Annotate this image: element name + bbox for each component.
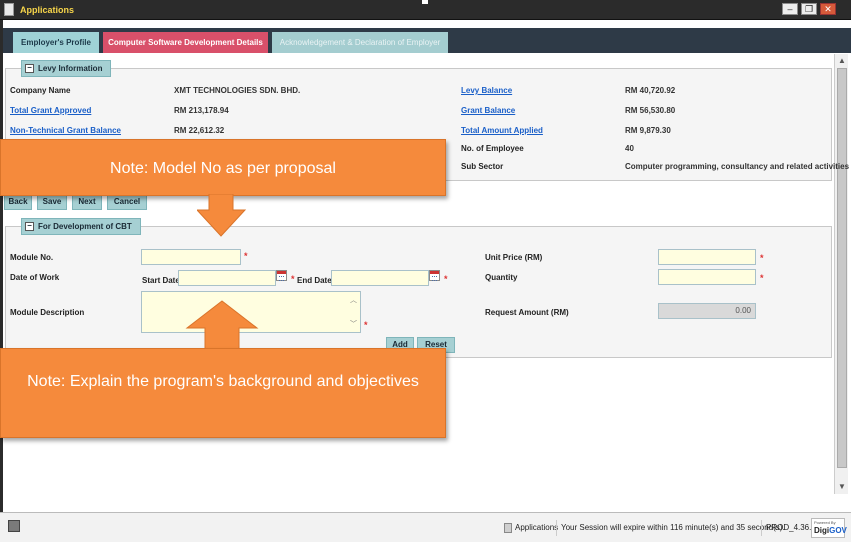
scroll-down-icon[interactable]: ﹀ <box>349 320 358 329</box>
levy-balance-link[interactable]: Levy Balance <box>461 86 512 95</box>
required-mark: * <box>244 251 248 261</box>
arrow-down-icon <box>197 194 247 237</box>
status-app: Applications <box>500 520 558 536</box>
version-label: PROD_4.36.0 <box>761 520 816 536</box>
levy-balance-value: RM 40,720.92 <box>625 86 676 95</box>
scroll-up-icon[interactable]: ▲ <box>836 56 848 66</box>
scroll-up-icon[interactable]: ︿ <box>349 296 358 305</box>
quantity-input[interactable] <box>658 269 756 285</box>
minimize-icon[interactable]: – <box>782 3 798 15</box>
non-technical-grant-balance-value: RM 22,612.32 <box>174 126 225 135</box>
calendar-icon[interactable] <box>429 270 440 281</box>
close-icon[interactable]: ✕ <box>820 3 836 15</box>
collapse-icon[interactable]: − <box>25 64 34 73</box>
date-of-work-label: Date of Work <box>10 273 60 282</box>
note-callout-module-no: Note: Model No as per proposal <box>0 139 446 196</box>
no-of-employee-label: No. of Employee <box>461 144 524 153</box>
no-of-employee-value: 40 <box>625 144 634 153</box>
vertical-scrollbar[interactable]: ▲ ▼ <box>834 54 848 494</box>
quantity-label: Quantity <box>485 273 518 282</box>
grant-balance-link[interactable]: Grant Balance <box>461 106 515 115</box>
status-bar: Applications Your Session will expire wi… <box>0 512 851 542</box>
back-button[interactable]: Back <box>4 194 32 210</box>
required-mark: * <box>291 274 295 284</box>
scrollbar-thumb[interactable] <box>837 68 847 468</box>
module-no-label: Module No. <box>10 253 54 262</box>
start-date-label: Start Date <box>142 276 180 285</box>
grant-balance-value: RM 56,530.80 <box>625 106 676 115</box>
save-button[interactable]: Save <box>37 194 67 210</box>
window-title: Applications <box>20 5 75 15</box>
collapse-icon[interactable]: − <box>25 222 34 231</box>
module-no-input[interactable] <box>141 249 241 265</box>
total-grant-approved-link[interactable]: Total Grant Approved <box>10 106 91 115</box>
status-app-label: Applications <box>515 523 559 532</box>
status-icon <box>8 520 20 532</box>
tab-acknowledgement-declaration[interactable]: Acknowledgement & Declaration of Employe… <box>272 32 448 53</box>
end-date-label: End Date <box>297 276 332 285</box>
sub-sector-label: Sub Sector <box>461 162 504 171</box>
next-button[interactable]: Next <box>72 194 102 210</box>
company-name-label: Company Name <box>10 86 71 95</box>
cbt-legend-label: For Development of CBT <box>38 222 132 231</box>
cbt-legend[interactable]: − For Development of CBT <box>21 218 141 235</box>
tab-bar: Employer's Profile Computer Software Dev… <box>3 28 851 53</box>
app-icon <box>4 3 14 16</box>
scroll-down-icon[interactable]: ▼ <box>836 482 848 492</box>
total-grant-approved-value: RM 213,178.94 <box>174 106 229 115</box>
note-callout-module-description: Note: Explain the program's background a… <box>0 348 446 438</box>
cbt-panel: − For Development of CBT Module No. * Da… <box>5 218 832 358</box>
company-name-value: XMT TECHNOLOGIES SDN. BHD. <box>174 86 301 95</box>
unit-price-input[interactable] <box>658 249 756 265</box>
sub-sector-value: Computer programming, consultancy and re… <box>625 162 850 171</box>
logo-text: DigiGOV <box>814 526 847 535</box>
total-amount-applied-value: RM 9,879.30 <box>625 126 671 135</box>
request-amount-field: 0.00 <box>658 303 756 319</box>
window-frame <box>0 20 3 532</box>
required-mark: * <box>364 320 368 330</box>
unit-price-label: Unit Price (RM) <box>485 253 543 262</box>
app-icon <box>504 522 512 533</box>
levy-legend[interactable]: − Levy Information <box>21 60 112 77</box>
digigov-logo: Powered By DigiGOV <box>811 518 847 538</box>
logo-powered-by: Powered By <box>814 520 836 525</box>
levy-legend-label: Levy Information <box>38 64 103 73</box>
tab-employers-profile[interactable]: Employer's Profile <box>13 32 99 53</box>
request-amount-label: Request Amount (RM) <box>485 308 569 317</box>
end-date-input[interactable] <box>331 270 429 286</box>
calendar-icon[interactable] <box>276 270 287 281</box>
required-mark: * <box>760 253 764 263</box>
session-timer: Your Session will expire within 116 minu… <box>556 520 785 536</box>
logo-text-a: Digi <box>814 526 830 535</box>
resize-handle[interactable] <box>422 0 428 4</box>
required-mark: * <box>444 274 448 284</box>
start-date-input[interactable] <box>178 270 276 286</box>
non-technical-grant-balance-link[interactable]: Non-Technical Grant Balance <box>10 126 121 135</box>
required-mark: * <box>760 273 764 283</box>
total-amount-applied-link[interactable]: Total Amount Applied <box>461 126 543 135</box>
tab-software-development-details[interactable]: Computer Software Development Details <box>103 32 268 53</box>
logo-text-b: GOV <box>829 526 847 535</box>
restore-icon[interactable]: ❐ <box>801 3 817 15</box>
module-description-label: Module Description <box>10 308 85 317</box>
